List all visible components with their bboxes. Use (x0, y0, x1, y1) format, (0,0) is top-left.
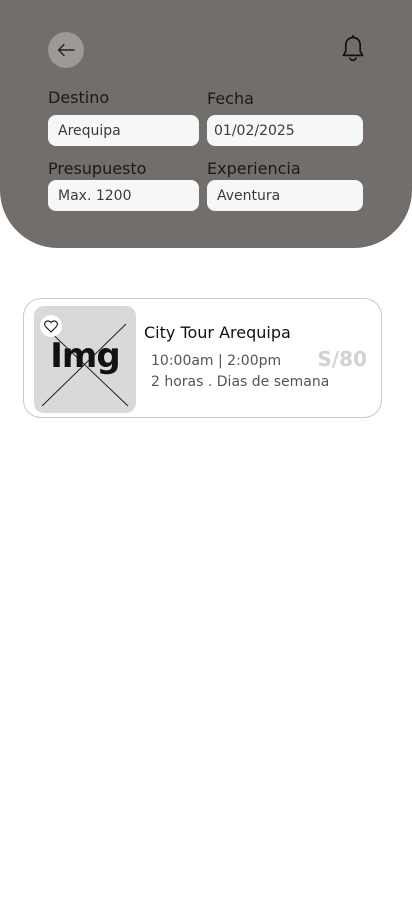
notifications-button[interactable] (340, 34, 366, 64)
heart-icon (44, 319, 58, 333)
tour-card[interactable]: Img City Tour Arequipa 10:00am | 2:00pm … (23, 298, 382, 418)
favorite-button[interactable] (40, 315, 62, 337)
budget-label: Presupuesto (48, 159, 147, 178)
budget-field[interactable]: Max. 1200 (48, 180, 199, 211)
date-field[interactable]: 01/02/2025 (207, 115, 363, 146)
date-label: Fecha (207, 89, 254, 108)
back-button[interactable] (48, 32, 84, 68)
experience-label: Experiencia (207, 159, 301, 178)
destination-field[interactable]: Arequipa (48, 115, 199, 146)
arrow-left-icon (57, 43, 75, 57)
tour-title[interactable]: City Tour Arequipa (144, 323, 291, 342)
tour-duration: 2 horas . Dias de semana (151, 374, 330, 390)
tour-schedule: 10:00am | 2:00pm (151, 353, 282, 369)
destination-label: Destino (48, 88, 110, 107)
tour-price: S/80 (317, 347, 367, 371)
bell-icon (342, 35, 364, 62)
image-placeholder-text: Img (50, 336, 120, 376)
search-header: Destino Arequipa Fecha 01/02/2025 Presup… (0, 0, 412, 248)
experience-field[interactable]: Aventura (207, 180, 363, 211)
tour-image-placeholder: Img (34, 306, 136, 413)
